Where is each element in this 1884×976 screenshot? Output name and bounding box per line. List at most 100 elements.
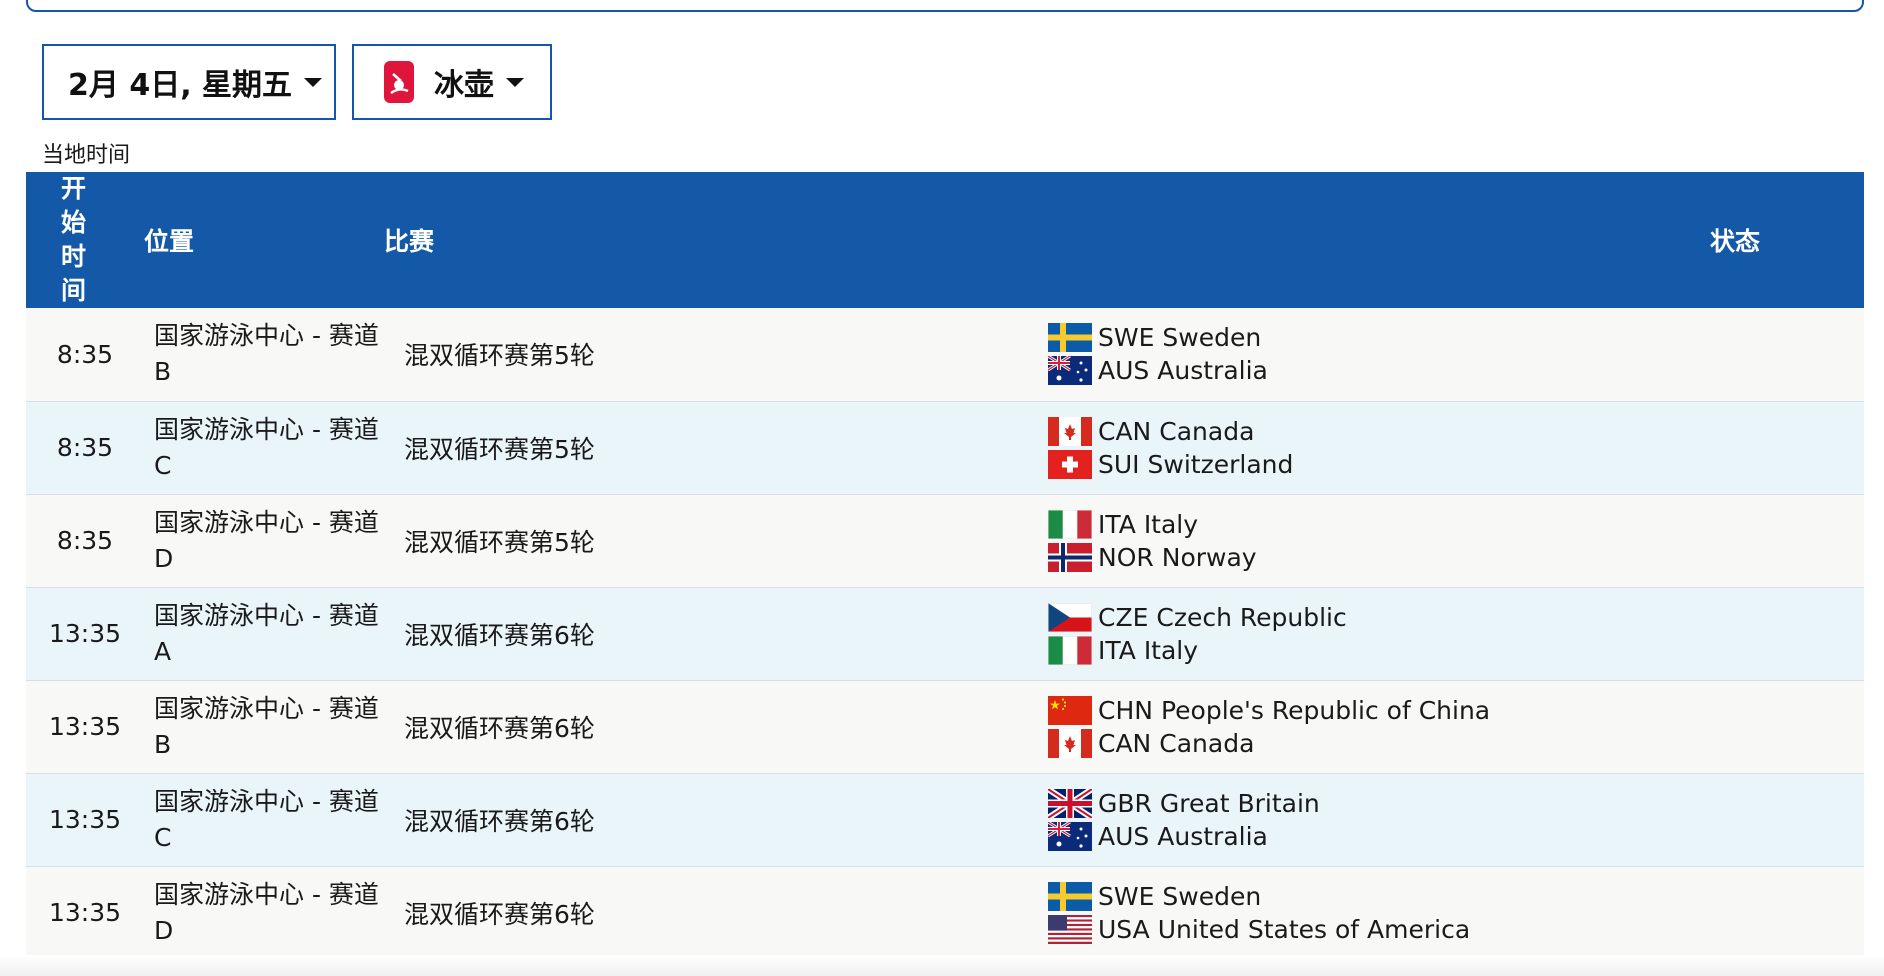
team-name: Canada [1159,416,1255,446]
status-cell [1710,773,1864,866]
status-cell [1710,401,1864,494]
team-name: Sweden [1162,881,1262,911]
team-name: Switzerland [1147,449,1294,479]
event-name: 混双循环赛第6轮 [404,806,595,836]
caret-down-icon [506,77,524,87]
team-code: CAN [1098,416,1152,446]
team-entry[interactable]: ITA Italy [1048,508,1710,541]
team-entry[interactable]: SUI Switzerland [1048,448,1710,481]
team-code: AUS [1098,356,1150,386]
table-row[interactable]: 8:35 国家游泳中心 - 赛道D 混双循环赛第5轮 ITA Italy NOR No… [26,494,1864,587]
table-row[interactable]: 13:35 国家游泳中心 - 赛道D 混双循环赛第6轮 SWE Sweden USA… [26,866,1864,959]
team-code: AUS [1098,821,1150,851]
team-entry[interactable]: SWE Sweden [1048,321,1710,354]
team-name: Australia [1157,356,1268,386]
team-name: Norway [1161,542,1257,572]
event-name: 混双循环赛第6轮 [404,713,595,743]
team-code: CAN [1098,728,1152,758]
team-entry[interactable]: CAN Canada [1048,415,1710,448]
venue-name: 国家游泳中心 - 赛道A [154,600,379,666]
table-row[interactable]: 13:35 国家游泳中心 - 赛道B 混双循环赛第6轮 CHN People's … [26,680,1864,773]
status-cell [1710,494,1864,587]
team-entry[interactable]: CAN Canada [1048,727,1710,760]
start-time: 8:35 [56,433,114,462]
start-time: 13:35 [48,898,122,927]
team-entry[interactable]: CHN People's Republic of China [1048,694,1710,727]
table-row[interactable]: 8:35 国家游泳中心 - 赛道B 混双循环赛第5轮 SWE Sweden AUS A… [26,308,1864,401]
flag-cze-icon [1048,602,1092,632]
team-name: Italy [1143,509,1199,539]
team-entry[interactable]: USA United States of America [1048,913,1710,946]
team-name: People's Republic of China [1160,695,1491,725]
schedule-table: 开始时间 位置 比赛 状态 8:35 国家游泳中心 - 赛道B 混双循环赛第5轮… [26,172,1864,960]
flag-can-icon [1048,416,1092,446]
status-cell [1710,308,1864,401]
team-code: ITA [1098,635,1136,665]
status-cell [1710,680,1864,773]
team-name: Italy [1143,635,1199,665]
header-event: 比赛 [384,227,435,256]
team-code: SWE [1098,323,1155,353]
flag-gbr-icon [1048,788,1092,818]
venue-name: 国家游泳中心 - 赛道D [154,879,379,945]
team-code: CHN [1098,695,1153,725]
start-time: 8:35 [56,526,114,555]
flag-sui-icon [1048,449,1092,479]
header-teams [1048,172,1710,308]
team-name: United States of America [1157,914,1471,944]
team-entry[interactable]: AUS Australia [1048,820,1710,853]
event-name: 混双循环赛第6轮 [404,899,595,929]
teams-cell: SWE Sweden USA United States of America [1048,866,1710,959]
flag-swe-icon [1048,323,1092,353]
status-cell [1710,587,1864,680]
team-name: Sweden [1162,323,1262,353]
venue-name: 国家游泳中心 - 赛道C [154,786,379,852]
search-panel-frame [26,0,1864,12]
team-code: CZE [1098,602,1149,632]
team-name: Australia [1157,821,1268,851]
sport-dropdown-label: 冰壶 [434,68,494,103]
flag-ita-icon [1048,635,1092,665]
event-name: 混双循环赛第6轮 [404,620,595,650]
curling-icon [384,61,414,103]
flag-aus-icon [1048,821,1092,851]
team-code: NOR [1098,542,1154,572]
event-name: 混双循环赛第5轮 [404,341,595,371]
header-start-time: 开始时间 [26,172,144,308]
status-cell [1710,866,1864,959]
venue-name: 国家游泳中心 - 赛道C [154,414,379,480]
team-code: GBR [1098,788,1152,818]
team-code: ITA [1098,509,1136,539]
flag-chn-icon [1048,695,1092,725]
team-entry[interactable]: SWE Sweden [1048,880,1710,913]
table-row[interactable]: 13:35 国家游泳中心 - 赛道C 混双循环赛第6轮 GBR Great Bri… [26,773,1864,866]
team-name: Czech Republic [1156,602,1347,632]
date-dropdown[interactable]: 2月 4日, 星期五 [42,44,336,120]
team-entry[interactable]: CZE Czech Republic [1048,601,1710,634]
teams-cell: CAN Canada SUI Switzerland [1048,401,1710,494]
teams-cell: ITA Italy NOR Norway [1048,494,1710,587]
event-name: 混双循环赛第5轮 [404,434,595,464]
table-header-row: 开始时间 位置 比赛 状态 [26,172,1864,308]
team-entry[interactable]: ITA Italy [1048,634,1710,667]
table-row[interactable]: 8:35 国家游泳中心 - 赛道C 混双循环赛第5轮 CAN Canada SUI S… [26,401,1864,494]
venue-name: 国家游泳中心 - 赛道B [154,693,379,759]
start-time: 13:35 [48,712,122,741]
flag-swe-icon [1048,881,1092,911]
venue-name: 国家游泳中心 - 赛道B [154,321,379,387]
footer-shade [0,955,1884,976]
teams-cell: CHN People's Republic of China CAN Canada [1048,680,1710,773]
flag-can-icon [1048,728,1092,758]
start-time: 13:35 [48,805,122,834]
sport-dropdown[interactable]: 冰壶 [352,44,552,120]
flag-aus-icon [1048,356,1092,386]
teams-cell: CZE Czech Republic ITA Italy [1048,587,1710,680]
team-name: Canada [1159,728,1255,758]
team-code: SUI [1098,449,1140,479]
team-entry[interactable]: GBR Great Britain [1048,787,1710,820]
timezone-note: 当地时间 [42,143,131,168]
table-row[interactable]: 13:35 国家游泳中心 - 赛道A 混双循环赛第6轮 CZE Czech Rep… [26,587,1864,680]
team-entry[interactable]: NOR Norway [1048,541,1710,574]
team-entry[interactable]: AUS Australia [1048,354,1710,387]
teams-cell: GBR Great Britain AUS Australia [1048,773,1710,866]
